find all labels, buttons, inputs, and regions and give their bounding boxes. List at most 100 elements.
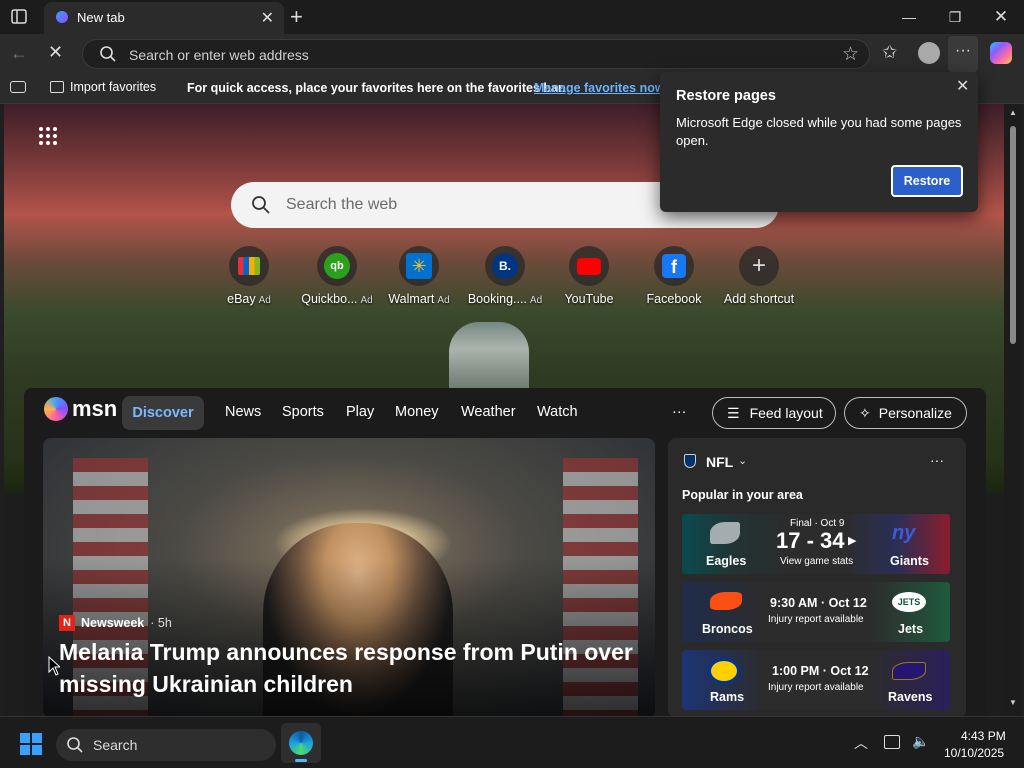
game-sub[interactable]: Injury report available [768, 614, 864, 625]
away-team: Giants [890, 554, 929, 568]
import-favorites-button[interactable]: Import favorites [50, 80, 156, 94]
close-window-button[interactable]: ✕ [978, 0, 1024, 34]
search-icon [66, 736, 84, 759]
game-sub[interactable]: View game stats [780, 556, 853, 567]
tab-money[interactable]: Money [395, 404, 439, 420]
manage-favorites-link[interactable]: Manage favorites now [534, 81, 665, 95]
favorites-icon[interactable]: ✩ [882, 42, 897, 63]
edge-taskbar-icon[interactable] [281, 723, 321, 763]
new-tab-button[interactable]: + [290, 4, 303, 30]
sliders-icon: ☰ [727, 404, 740, 421]
nfl-shield-icon [684, 454, 696, 468]
game-time: 1:00 PM · Oct 12 [772, 664, 869, 678]
restore-message: Microsoft Edge closed while you had some… [676, 115, 962, 148]
web-search-placeholder: Search the web [286, 196, 398, 213]
nfl-subtitle: Popular in your area [682, 488, 803, 502]
restore-window-button[interactable]: ❐ [932, 0, 978, 34]
quickbooks-icon: qb [317, 246, 357, 286]
nfl-more-button[interactable]: ··· [930, 452, 944, 468]
tab-watch[interactable]: Watch [537, 404, 578, 420]
navigation-toolbar: ← ✕ Search or enter web address ☆ ✩ ··· [0, 34, 1024, 74]
import-label: Import favorites [70, 80, 157, 94]
clock-date[interactable]: 10/10/2025 [944, 746, 1004, 760]
tab-discover[interactable]: Discover [122, 396, 204, 430]
tab-play[interactable]: Play [346, 404, 374, 420]
apps-launcher-icon[interactable] [38, 126, 58, 151]
scrollbar-thumb[interactable] [1010, 126, 1016, 344]
game-row[interactable]: Broncos 9:30 AM · Oct 12 Injury report a… [682, 582, 950, 642]
game-time: 9:30 AM · Oct 12 [770, 596, 867, 610]
taskbar-search[interactable]: Search [56, 729, 276, 761]
shortcut-ebay[interactable]: eBay Ad [206, 246, 292, 306]
restore-title: Restore pages [676, 88, 776, 104]
home-team: Rams [710, 690, 745, 704]
personalize-button[interactable]: ✧ Personalize [844, 397, 967, 429]
profile-avatar[interactable] [918, 42, 940, 64]
nfl-title[interactable]: NFL [706, 454, 733, 470]
shortcut-walmart[interactable]: ✳ Walmart Ad [376, 246, 462, 306]
game-row[interactable]: Rams 1:00 PM · Oct 12 Injury report avai… [682, 650, 950, 710]
rams-logo-icon [708, 658, 740, 684]
more-tabs-button[interactable]: ··· [672, 404, 687, 420]
shortcut-add[interactable]: + Add shortcut [716, 246, 802, 306]
address-bar[interactable]: Search or enter web address ☆ [82, 39, 870, 69]
tab-new-tab[interactable]: New tab ✕ [44, 2, 284, 34]
jets-logo-icon: JETS [892, 592, 926, 612]
sidebar-toggle-icon[interactable] [10, 81, 26, 93]
windows-start-icon[interactable] [20, 733, 42, 760]
chevron-up-icon[interactable]: ︿ [854, 733, 868, 753]
scroll-up-icon[interactable]: ▲ [1009, 108, 1017, 117]
newsweek-icon: N [59, 615, 75, 631]
tab-actions-icon[interactable] [10, 8, 28, 31]
eagles-logo-icon [710, 522, 740, 544]
mouse-cursor-icon [48, 655, 62, 681]
shortcut-label: YouTube [564, 292, 614, 306]
shortcut-youtube[interactable]: YouTube [546, 246, 632, 306]
tab-close-icon[interactable]: ✕ [261, 8, 274, 28]
clock-time[interactable]: 4:43 PM [961, 729, 1006, 743]
shortcut-label: Facebook [646, 292, 702, 306]
home-team: Broncos [702, 622, 753, 636]
add-favorite-star-icon[interactable]: ☆ [842, 43, 859, 66]
search-icon [99, 45, 117, 68]
volume-muted-icon[interactable]: 🔈 [912, 733, 929, 750]
away-team: Jets [898, 622, 924, 636]
shortcut-quickbooks[interactable]: qb Quickbo... Ad [294, 246, 380, 306]
story-source: N Newsweek · 5h [59, 615, 172, 631]
ad-badge: Ad [529, 295, 543, 306]
tab-sports[interactable]: Sports [282, 404, 324, 420]
game-sub[interactable]: Injury report available [768, 682, 864, 693]
address-placeholder: Search or enter web address [129, 47, 309, 63]
scroll-down-icon[interactable]: ▼ [1009, 698, 1017, 707]
dialog-close-icon[interactable]: ✕ [956, 76, 969, 96]
ad-badge: Ad [258, 295, 271, 306]
away-team: Ravens [888, 690, 933, 704]
home-team: Eagles [706, 554, 747, 568]
back-icon[interactable]: ← [10, 43, 28, 64]
tab-news[interactable]: News [225, 404, 261, 420]
minimize-button[interactable]: — [886, 0, 932, 34]
feed-layout-button[interactable]: ☰ Feed layout [712, 397, 836, 429]
stop-loading-icon[interactable]: ✕ [48, 42, 63, 63]
restore-button[interactable]: Restore [891, 165, 963, 197]
chevron-down-icon[interactable]: ⌄ [738, 454, 747, 467]
network-icon[interactable] [884, 735, 900, 749]
game-row[interactable]: Eagles Final · Oct 9 17 - 34 ▶ View game… [682, 514, 950, 574]
search-icon [251, 195, 271, 220]
copilot-icon[interactable] [990, 42, 1012, 64]
msn-logo[interactable]: msn [44, 396, 117, 422]
source-name: Newsweek [81, 616, 145, 630]
shortcut-booking[interactable]: B. Booking.... Ad [462, 246, 548, 306]
story-headline[interactable]: Melania Trump announces response from Pu… [59, 636, 649, 700]
booking-icon: B. [485, 246, 525, 286]
shortcut-facebook[interactable]: f Facebook [631, 246, 717, 306]
shortcut-label: Walmart [388, 292, 435, 306]
page-scrollbar[interactable]: ▲ ▼ [1004, 104, 1022, 716]
ravens-logo-icon [892, 662, 926, 680]
settings-more-button[interactable]: ··· [948, 36, 978, 72]
play-arrow-icon: ▶ [848, 535, 857, 547]
youtube-icon [569, 246, 609, 286]
hero-story-card[interactable]: N Newsweek · 5h Melania Trump announces … [43, 438, 655, 716]
msn-butterfly-icon [44, 397, 68, 421]
tab-weather[interactable]: Weather [461, 404, 516, 420]
